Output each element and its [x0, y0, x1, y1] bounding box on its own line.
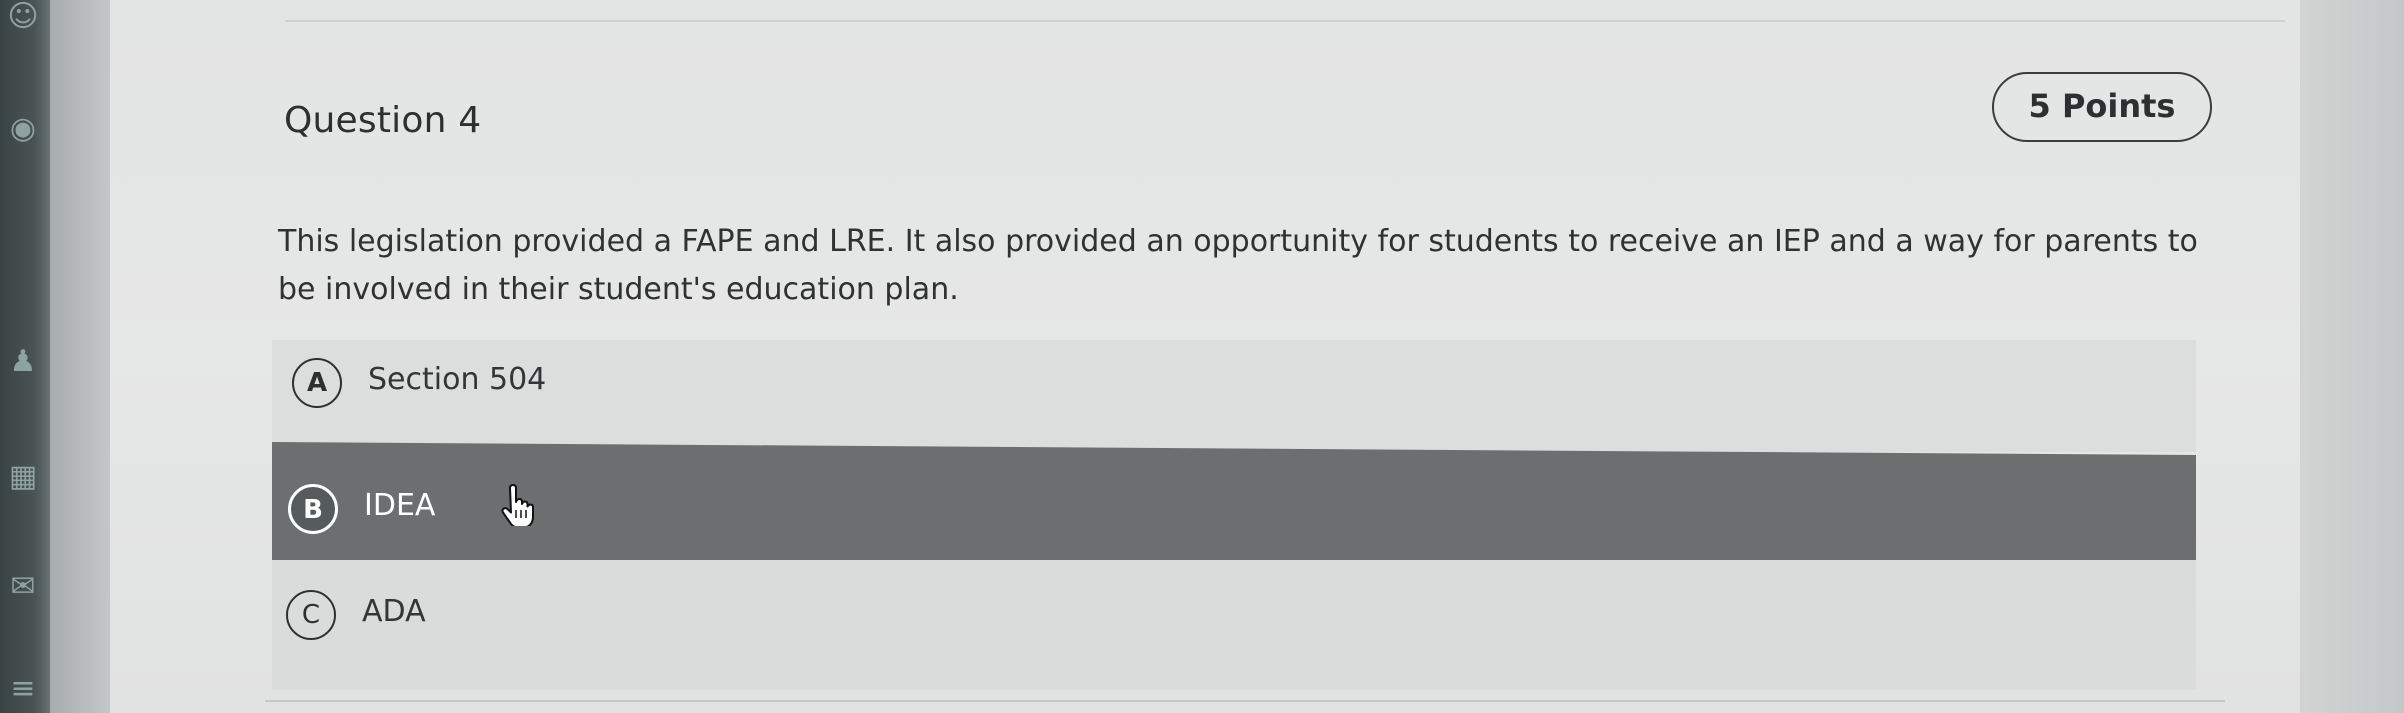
option-label: Section 504	[368, 362, 547, 397]
globe-icon[interactable]: ◉	[6, 112, 40, 146]
hand-pointer-icon	[501, 484, 534, 526]
points-badge: 5 Points	[1992, 72, 2212, 142]
people-icon[interactable]: ♟	[6, 345, 40, 379]
answer-option-a[interactable]: A Section 504	[272, 340, 2196, 452]
mail-icon[interactable]: ✉	[6, 570, 40, 604]
answer-option-c[interactable]: C ADA	[272, 560, 2196, 690]
divider	[265, 700, 2225, 702]
user-icon[interactable]: ☺	[6, 0, 40, 34]
option-label: IDEA	[364, 488, 436, 523]
question-title: Question 4	[284, 100, 482, 141]
option-letter-badge: B	[288, 484, 338, 534]
divider	[285, 20, 2285, 22]
calendar-icon[interactable]: ▦	[6, 460, 40, 494]
question-prompt: This legislation provided a FAPE and LRE…	[278, 224, 2198, 307]
menu-icon[interactable]: ≡	[6, 672, 40, 706]
right-gutter	[2300, 0, 2404, 713]
option-label: ADA	[362, 594, 426, 629]
app-sidebar: ☺ ◉ ♟ ▦ ✉ ≡	[0, 0, 50, 713]
sidebar-shadow	[50, 0, 110, 713]
answer-option-b[interactable]: B IDEA	[272, 442, 2196, 572]
option-letter-badge: A	[292, 358, 342, 408]
option-letter-badge: C	[286, 590, 336, 640]
